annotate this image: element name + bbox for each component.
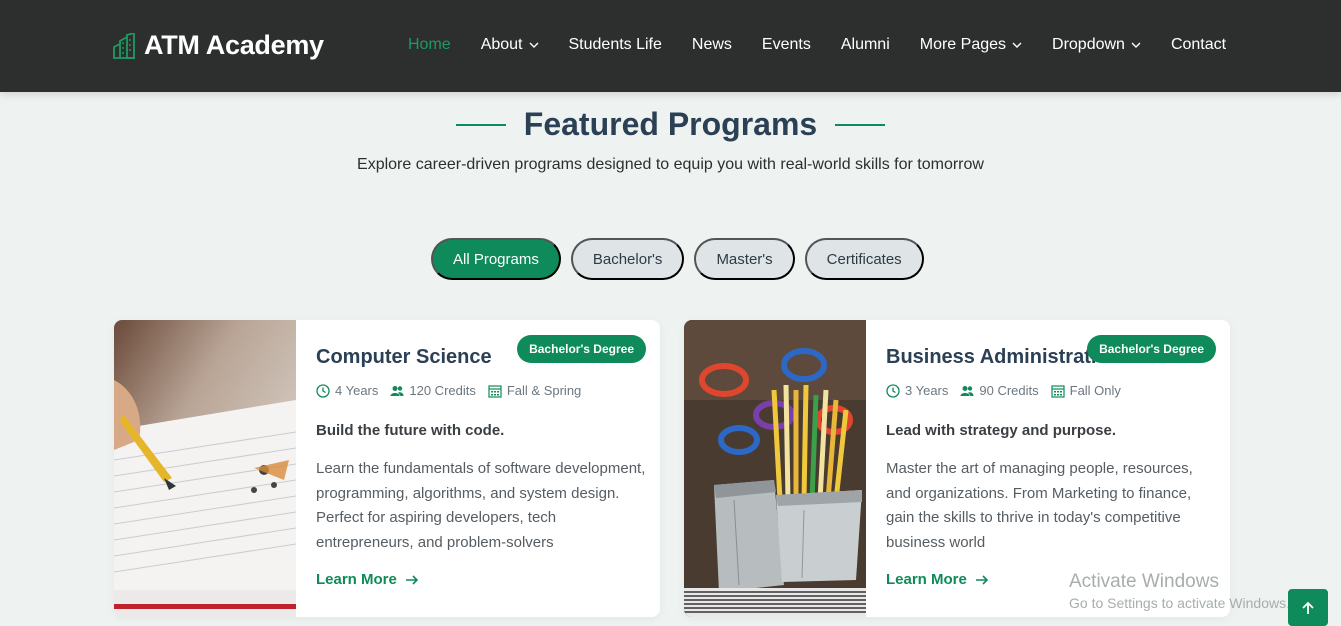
nav-label: About	[480, 36, 523, 53]
watermark-subtitle: Go to Settings to activate Windows.	[1069, 595, 1290, 611]
chevron-down-icon	[1131, 42, 1141, 48]
program-description: Learn the fundamentals of software devel…	[316, 460, 646, 551]
building-icon	[113, 32, 135, 59]
learn-more-label: Learn More	[886, 571, 967, 588]
credits: 120 Credits	[390, 383, 476, 398]
nav-label: Contact	[1170, 36, 1227, 53]
intake-value: Fall Only	[1069, 383, 1121, 398]
program-meta: 3 Years 90 Credits Fall Only	[886, 383, 1121, 398]
clock-icon	[316, 383, 330, 398]
nav-students-life[interactable]: Students Life	[569, 36, 662, 54]
arrow-right-icon	[975, 574, 988, 585]
nav-label: Dropdown	[1052, 36, 1125, 53]
calendar-icon	[488, 384, 502, 398]
program-image-supplies	[684, 320, 866, 617]
nav-label: Events	[761, 36, 811, 53]
degree-badge: Bachelor's Degree	[1087, 335, 1216, 363]
program-filters: All Programs Bachelor's Master's Certifi…	[431, 238, 924, 280]
filter-bachelors[interactable]: Bachelor's	[570, 238, 685, 280]
filter-certificates[interactable]: Certificates	[804, 238, 924, 280]
watermark-title: Activate Windows	[1069, 571, 1219, 592]
nav-alumni[interactable]: Alumni	[841, 36, 890, 54]
section-heading: Featured Programs	[0, 106, 1341, 143]
arrow-up-icon	[1302, 601, 1314, 614]
activate-windows-watermark: Activate Windows Go to Settings to activ…	[1069, 571, 1290, 611]
learn-more-link[interactable]: Learn More	[886, 571, 989, 588]
main-nav: Home About Students Life News Events Alu…	[408, 36, 1226, 54]
duration-value: 4 Years	[335, 383, 379, 398]
nav-more-pages[interactable]: More Pages	[920, 36, 1022, 54]
intake: Fall & Spring	[488, 383, 581, 398]
program-tagline: Lead with strategy and purpose.	[886, 422, 1117, 439]
chevron-down-icon	[1012, 42, 1022, 48]
brand-name: ATM Academy	[144, 30, 324, 60]
nav-dropdown[interactable]: Dropdown	[1052, 36, 1141, 54]
chevron-down-icon	[529, 42, 538, 48]
nav-home[interactable]: Home	[408, 36, 451, 54]
brand-logo[interactable]: ATM Academy	[112, 30, 324, 61]
duration: 4 Years	[316, 383, 378, 398]
duration: 3 Years	[886, 383, 948, 398]
section-subtitle: Explore career-driven programs designed …	[357, 156, 984, 173]
program-title[interactable]: Business Administration	[886, 346, 1121, 369]
clock-icon	[886, 383, 900, 398]
program-title[interactable]: Computer Science	[316, 346, 492, 369]
arrow-right-icon	[405, 574, 418, 585]
intake-value: Fall & Spring	[506, 383, 582, 398]
learn-more-link[interactable]: Learn More	[316, 571, 419, 588]
people-icon	[390, 385, 404, 396]
title-divider-left	[455, 123, 506, 126]
site-header: ATM Academy Home About Students Life New…	[0, 0, 1341, 92]
duration-value: 3 Years	[905, 383, 949, 398]
calendar-icon	[1051, 384, 1065, 398]
program-card: Bachelor's Degree Computer Science 4 Yea…	[114, 320, 660, 617]
title-divider-right	[835, 123, 886, 126]
people-icon	[960, 385, 974, 396]
program-card-body: Bachelor's Degree Computer Science 4 Yea…	[316, 320, 660, 617]
nav-label: More Pages	[919, 36, 1007, 53]
filter-masters[interactable]: Master's	[694, 238, 795, 280]
program-meta: 4 Years 120 Credits Fall & Spring	[316, 383, 581, 398]
credits-value: 90 Credits	[979, 383, 1039, 398]
nav-events[interactable]: Events	[762, 36, 811, 54]
credits: 90 Credits	[960, 383, 1039, 398]
filter-all-programs[interactable]: All Programs	[431, 238, 561, 280]
nav-label: Home	[408, 36, 451, 53]
section-title: Featured Programs	[523, 106, 818, 142]
scroll-top-button[interactable]	[1288, 589, 1328, 626]
degree-badge: Bachelor's Degree	[517, 335, 646, 363]
nav-contact[interactable]: Contact	[1171, 36, 1226, 54]
learn-more-label: Learn More	[316, 571, 397, 588]
program-tagline: Build the future with code.	[316, 422, 505, 439]
nav-label: Students Life	[568, 36, 662, 53]
intake: Fall Only	[1051, 383, 1121, 398]
program-description: Master the art of managing people, resou…	[886, 460, 1193, 551]
program-image-pencil	[114, 320, 296, 617]
nav-news[interactable]: News	[692, 36, 732, 54]
nav-label: Alumni	[840, 36, 890, 53]
nav-label: News	[691, 36, 732, 53]
credits-value: 120 Credits	[409, 383, 476, 398]
nav-about[interactable]: About	[481, 36, 539, 54]
